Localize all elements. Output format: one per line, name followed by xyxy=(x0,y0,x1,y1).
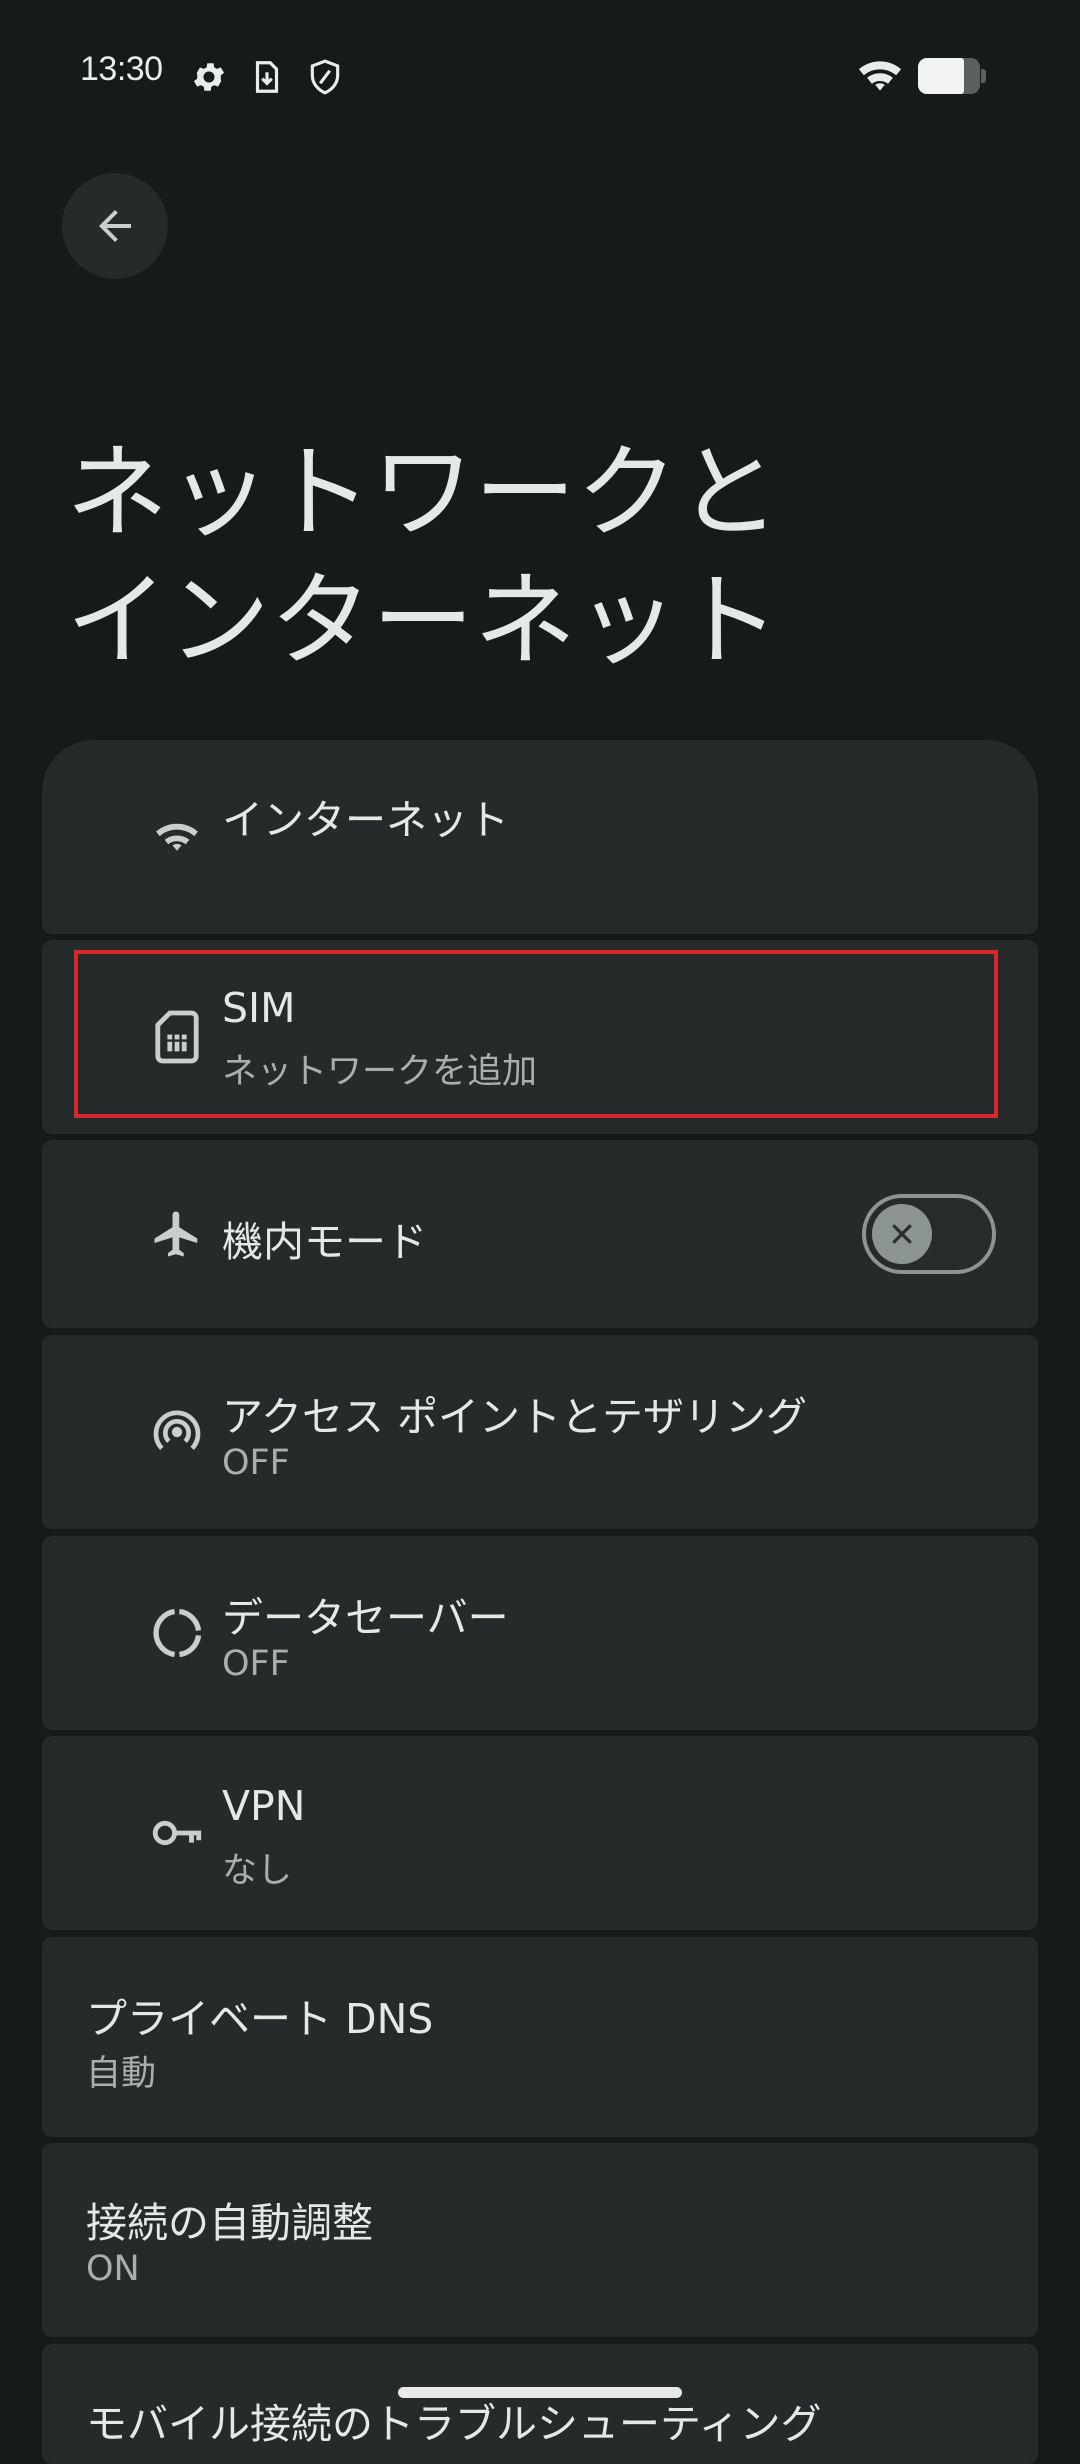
hotspot-item[interactable]: アクセス ポイントとテザリング OFF xyxy=(42,1335,1038,1529)
airplane-mode-title: 機内モード xyxy=(222,1218,427,1266)
adaptive-connectivity-title: 接続の自動調整 xyxy=(86,2199,373,2247)
toggle-knob xyxy=(872,1204,932,1264)
hotspot-title: アクセス ポイントとテザリング xyxy=(222,1393,807,1441)
page-title: ネットワークと インターネット xyxy=(66,434,780,681)
data-saver-subtitle: OFF xyxy=(222,1644,290,1684)
wifi-icon xyxy=(858,61,902,91)
shield-icon xyxy=(310,59,340,95)
hotspot-icon xyxy=(142,1397,212,1467)
data-saver-item[interactable]: データセーバー OFF xyxy=(42,1536,1038,1730)
internet-title: インターネット xyxy=(222,796,509,844)
back-button[interactable] xyxy=(62,173,168,279)
vpn-item[interactable]: VPN なし xyxy=(42,1736,1038,1930)
close-icon xyxy=(892,1224,912,1244)
back-arrow-icon xyxy=(99,210,131,242)
vpn-subtitle: なし xyxy=(222,1851,293,1891)
hotspot-subtitle: OFF xyxy=(222,1443,290,1483)
vpn-title: VPN xyxy=(222,1782,306,1830)
battery-icon xyxy=(918,58,986,94)
status-bar: 13:30 xyxy=(0,0,1080,150)
mobile-troubleshooting-item[interactable]: モバイル接続のトラブルシューティング xyxy=(42,2344,1038,2464)
adaptive-connectivity-subtitle: ON xyxy=(86,2249,140,2289)
airplane-icon xyxy=(142,1199,212,1269)
home-indicator[interactable] xyxy=(398,2387,682,2398)
private-dns-title: プライベート DNS xyxy=(86,1995,434,2043)
highlight-box xyxy=(74,950,998,1118)
airplane-mode-toggle[interactable] xyxy=(862,1194,996,1274)
vpn-key-icon xyxy=(142,1798,212,1868)
data-saver-icon xyxy=(142,1598,212,1668)
wifi-icon xyxy=(142,800,212,870)
airplane-mode-item[interactable]: 機内モード xyxy=(42,1140,1038,1328)
mobile-troubleshooting-title: モバイル接続のトラブルシューティング xyxy=(86,2400,822,2448)
internet-item[interactable]: インターネット xyxy=(42,740,1038,934)
adaptive-connectivity-item[interactable]: 接続の自動調整 ON xyxy=(42,2143,1038,2337)
private-dns-subtitle: 自動 xyxy=(86,2054,157,2094)
status-time: 13:30 xyxy=(80,50,163,88)
data-saver-title: データセーバー xyxy=(222,1594,509,1642)
private-dns-item[interactable]: プライベート DNS 自動 xyxy=(42,1937,1038,2137)
download-icon xyxy=(255,61,279,93)
settings-icon xyxy=(193,63,225,91)
